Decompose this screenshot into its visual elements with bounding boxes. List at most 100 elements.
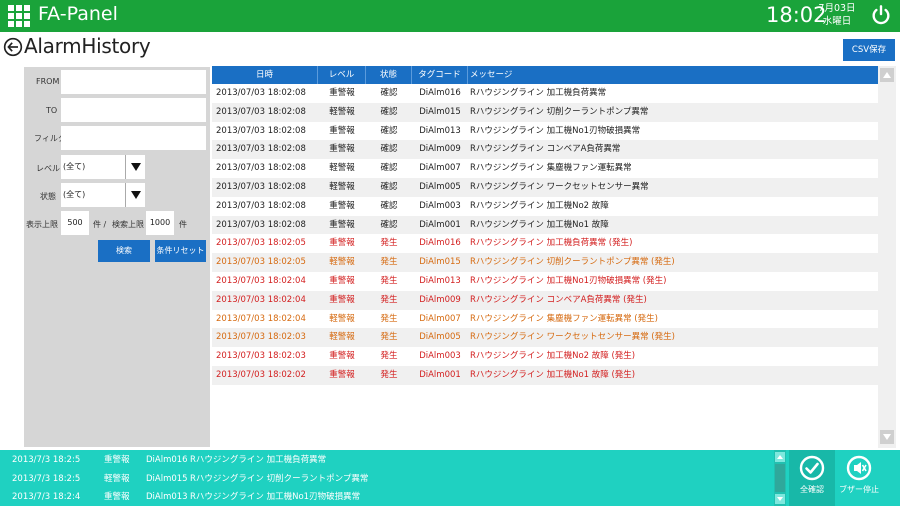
col-header-message[interactable]: メッセージ — [468, 66, 878, 84]
cell-level: 軽警報 — [329, 313, 355, 324]
unit-label-1: 件 / — [93, 220, 107, 229]
cell-message: Rハウジングライン 切削クーラントポンプ異常 — [470, 106, 649, 117]
table-row[interactable]: 2013/07/03 18:02:08 重警報 確認 DiAlm001 Rハウジングライ… — [212, 215, 878, 235]
table-row[interactable]: 2013/07/03 18:02:08 重警報 確認 DiAlm003 Rハウジングライ… — [212, 197, 878, 216]
cell-level: 重警報 — [329, 200, 355, 211]
check-circle-icon — [799, 455, 825, 481]
cell-datetime: 2013/07/03 18:02:08 — [216, 181, 306, 192]
chevron-down-icon[interactable] — [125, 183, 145, 207]
table-row[interactable]: 2013/07/03 18:02:08 軽警報 確認 DiAlm005 Rハウジングライ… — [212, 177, 878, 197]
from-label: FROM — [36, 77, 60, 86]
cell-message: Rハウジングライン 加工機負荷異常 (発生) — [470, 238, 633, 249]
cell-tag: DiAlm003 — [419, 200, 461, 211]
from-input[interactable] — [61, 70, 206, 94]
cell-datetime: 2013/07/03 18:02:08 — [216, 106, 306, 117]
table-row[interactable]: 2013/07/03 18:02:03 重警報 発生 DiAlm003 Rハウジングライ… — [212, 347, 878, 366]
cell-tag: DiAlm001 — [419, 219, 461, 230]
alarm-bar-scrollbar[interactable] — [774, 450, 786, 506]
col-header-datetime[interactable]: 日時 — [212, 66, 318, 84]
cell-state: 確認 — [380, 125, 398, 136]
alarm-message: Rハウジングライン 加工機No1刃物破損異常 — [190, 492, 361, 502]
search-button[interactable]: 検索 — [98, 240, 150, 262]
scroll-down-icon[interactable] — [880, 430, 894, 444]
grid-icon[interactable] — [8, 5, 30, 27]
cell-datetime: 2013/07/03 18:02:08 — [216, 219, 306, 230]
col-header-tag[interactable]: タグコード — [412, 66, 468, 84]
buzzer-stop-button[interactable]: ブザー停止 — [836, 450, 882, 506]
cell-message: Rハウジングライン 加工機No1刃物破損異常 — [470, 125, 641, 136]
table-row[interactable]: 2013/07/03 18:02:08 軽警報 確認 DiAlm007 Rハウジングライ… — [212, 159, 878, 178]
clock-date: 7月03日 水曜日 — [818, 2, 856, 28]
cell-state: 確認 — [380, 106, 398, 117]
table-row[interactable]: 2013/07/03 18:02:03 軽警報 発生 DiAlm005 Rハウジングライ… — [212, 328, 878, 348]
cell-level: 軽警報 — [329, 163, 355, 174]
scroll-thumb[interactable] — [775, 464, 785, 492]
table-row[interactable]: 2013/07/03 18:02:08 軽警報 確認 DiAlm015 Rハウジングライ… — [212, 102, 878, 122]
active-alarm-row[interactable]: 2013/7/3 18:2:4 重警報 DiAlm013 Rハウジングライン 加工機N… — [0, 488, 770, 506]
cell-state: 発生 — [380, 257, 398, 268]
table-row[interactable]: 2013/07/03 18:02:04 重警報 発生 DiAlm009 Rハウジングライ… — [212, 290, 878, 310]
cell-level: 軽警報 — [329, 181, 355, 192]
table-row[interactable]: 2013/07/03 18:02:02 重警報 発生 DiAlm001 Rハウジングライ… — [212, 365, 878, 385]
alarm-level: 重警報 — [104, 455, 130, 465]
scroll-down-icon[interactable] — [775, 494, 785, 504]
display-limit-input[interactable]: 500 — [61, 211, 89, 235]
cell-message: Rハウジングライン ワークセットセンサー異常 (発生) — [470, 332, 675, 343]
cell-message: Rハウジングライン 集塵機ファン運転異常 (発生) — [470, 313, 658, 324]
alarm-tag: DiAlm015 — [146, 473, 188, 484]
table-row[interactable]: 2013/07/03 18:02:04 軽警報 発生 DiAlm007 Rハウジングライ… — [212, 310, 878, 329]
table-row[interactable]: 2013/07/03 18:02:05 重警報 発生 DiAlm016 Rハウジングライ… — [212, 234, 878, 253]
col-header-level[interactable]: レベル — [318, 66, 366, 84]
level-label: レベル — [36, 164, 60, 173]
cell-datetime: 2013/07/03 18:02:08 — [216, 163, 306, 174]
table-row[interactable]: 2013/07/03 18:02:08 重警報 確認 DiAlm009 Rハウジングライ… — [212, 140, 878, 160]
to-input[interactable] — [61, 98, 206, 122]
chevron-down-icon[interactable] — [125, 155, 145, 179]
cell-datetime: 2013/07/03 18:02:03 — [216, 351, 306, 362]
alarm-tag: DiAlm016 — [146, 455, 188, 465]
cell-level: 重警報 — [329, 369, 355, 380]
table-scrollbar[interactable] — [878, 66, 896, 448]
acknowledge-all-button[interactable]: 全確認 — [789, 450, 835, 506]
cell-level: 重警報 — [329, 275, 355, 286]
cell-message: Rハウジングライン コンベアA負荷異常 (発生) — [470, 294, 647, 305]
cell-state: 発生 — [380, 332, 398, 343]
cell-message: Rハウジングライン 加工機No2 故障 — [470, 200, 609, 211]
cell-level: 軽警報 — [329, 332, 355, 343]
cell-tag: DiAlm009 — [419, 144, 461, 155]
search-limit-input[interactable]: 1000 — [146, 211, 174, 235]
cell-message: Rハウジングライン 加工機No1 故障 (発生) — [470, 369, 636, 380]
back-arrow-icon[interactable] — [3, 37, 23, 57]
reset-conditions-button[interactable]: 条件リセット — [155, 240, 206, 262]
table-row[interactable]: 2013/07/03 18:02:05 軽警報 発生 DiAlm015 Rハウジングライ… — [212, 253, 878, 272]
filter-panel: FROM TO フィルタ レベル (全て) 状態 (全て) 表示上限 500 件… — [24, 67, 210, 447]
cell-level: 重警報 — [329, 144, 355, 155]
cell-level: 重警報 — [329, 238, 355, 249]
cell-datetime: 2013/07/03 18:02:08 — [216, 125, 306, 136]
cell-datetime: 2013/07/03 18:02:05 — [216, 257, 306, 268]
table-row[interactable]: 2013/07/03 18:02:08 重警報 確認 DiAlm016 Rハウジングライ… — [212, 84, 878, 103]
scroll-up-icon[interactable] — [775, 452, 785, 462]
cell-state: 発生 — [380, 369, 398, 380]
filter-input[interactable] — [61, 126, 206, 150]
level-select-value: (全て) — [63, 162, 86, 171]
cell-tag: DiAlm013 — [419, 125, 461, 136]
active-alarm-row[interactable]: 2013/7/3 18:2:5 重警報 DiAlm016 Rハウジングライン 加工機負… — [0, 451, 770, 469]
table-row[interactable]: 2013/07/03 18:02:08 重警報 確認 DiAlm013 Rハウジングライ… — [212, 122, 878, 141]
table-row[interactable]: 2013/07/03 18:02:04 重警報 発生 DiAlm013 Rハウジングライ… — [212, 272, 878, 291]
level-select[interactable]: (全て) — [61, 155, 145, 179]
scroll-up-icon[interactable] — [880, 68, 894, 82]
active-alarm-row[interactable]: 2013/7/3 18:2:5 軽警報 DiAlm015 Rハウジングライン 切削クー… — [0, 470, 770, 488]
cell-state: 確認 — [380, 144, 398, 155]
buzzer-mute-icon — [846, 455, 872, 481]
alarm-time: 2013/7/3 18:2:4 — [12, 492, 81, 502]
cell-tag: DiAlm016 — [419, 88, 461, 98]
cell-tag: DiAlm015 — [419, 257, 461, 268]
cell-datetime: 2013/07/03 18:02:08 — [216, 88, 306, 98]
cell-tag: DiAlm009 — [419, 294, 461, 305]
page-title: AlarmHistory — [24, 34, 151, 58]
power-icon[interactable] — [870, 4, 892, 26]
state-select[interactable]: (全て) — [61, 183, 145, 207]
col-header-state[interactable]: 状態 — [366, 66, 412, 84]
csv-save-button[interactable]: CSV保存 — [843, 39, 895, 61]
